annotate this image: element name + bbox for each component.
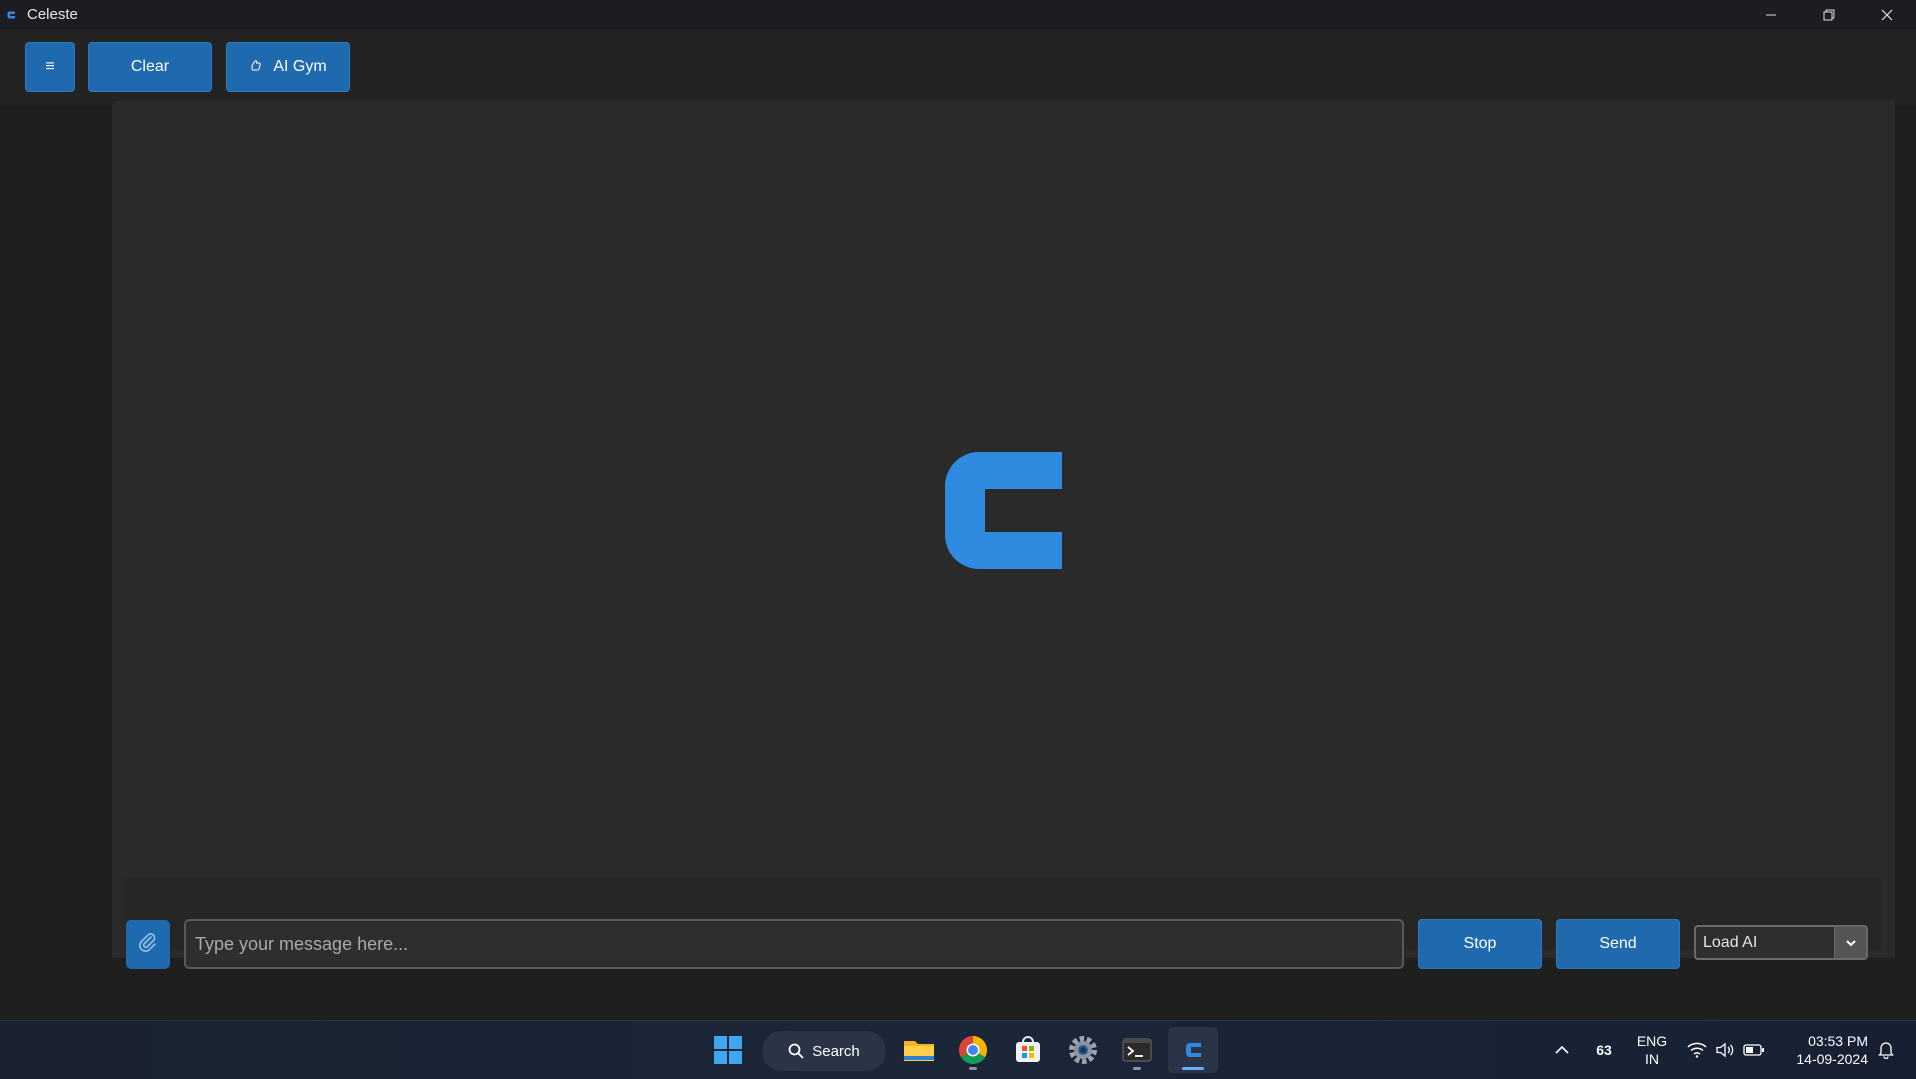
close-button[interactable] — [1858, 0, 1916, 29]
ai-gym-button[interactable]: AI Gym — [226, 42, 350, 92]
language-indicator[interactable]: ENG IN — [1630, 1032, 1674, 1068]
ai-gym-label: AI Gym — [273, 58, 327, 75]
stop-button[interactable]: Stop — [1418, 919, 1542, 969]
wifi-icon[interactable] — [1686, 1027, 1708, 1073]
dumbbell-icon — [249, 58, 263, 77]
weather-temperature[interactable]: 63 — [1590, 1041, 1618, 1059]
clock-date: 14-09-2024 — [1796, 1051, 1868, 1067]
window-title: Celeste — [27, 6, 78, 23]
model-select[interactable]: Load AI — [1694, 925, 1868, 960]
file-explorer-icon[interactable] — [896, 1027, 942, 1073]
menu-icon: ≡ — [45, 58, 55, 75]
chrome-icon[interactable] — [950, 1027, 996, 1073]
attach-button[interactable] — [126, 920, 170, 969]
microsoft-store-icon[interactable] — [1005, 1027, 1051, 1073]
menu-button[interactable]: ≡ — [25, 42, 75, 92]
terminal-icon[interactable] — [1114, 1027, 1160, 1073]
battery-icon[interactable] — [1742, 1027, 1766, 1073]
stop-label: Stop — [1463, 935, 1497, 952]
taskbar-search[interactable]: Search — [762, 1031, 886, 1071]
chevron-down-icon[interactable] — [1834, 927, 1866, 958]
clock-time: 03:53 PM — [1808, 1033, 1868, 1049]
taskbar-search-label: Search — [812, 1042, 860, 1060]
clear-button[interactable]: Clear — [88, 42, 212, 92]
clock[interactable]: 03:53 PM 14-09-2024 — [1776, 1032, 1868, 1068]
volume-icon[interactable] — [1714, 1027, 1736, 1073]
send-label: Send — [1599, 935, 1637, 952]
notification-bell-icon[interactable] — [1874, 1027, 1898, 1073]
paperclip-icon — [137, 931, 159, 958]
title-bar: Celeste — [0, 0, 1916, 29]
celeste-logo-icon — [945, 452, 1062, 569]
celeste-app-icon — [6, 9, 18, 21]
show-hidden-icons-chevron-up-icon[interactable] — [1550, 1027, 1574, 1073]
taskbar: Search 63 ENG IN 03:53 PM 14-09-2024 — [0, 1020, 1916, 1079]
search-icon — [788, 1043, 804, 1059]
clear-label: Clear — [130, 58, 170, 75]
minimize-button[interactable] — [1742, 0, 1800, 29]
model-select-value: Load AI — [1703, 933, 1758, 951]
window-controls — [1742, 0, 1916, 29]
celeste-icon[interactable] — [1168, 1027, 1218, 1073]
language-line1: ENG — [1636, 1033, 1668, 1049]
restore-button[interactable] — [1800, 0, 1858, 29]
chrome-running-indicator — [969, 1067, 977, 1070]
send-button[interactable]: Send — [1556, 919, 1680, 969]
celeste-active-indicator — [1182, 1067, 1204, 1070]
toolbar: ≡ Clear AI Gym — [0, 29, 1916, 105]
settings-icon[interactable] — [1060, 1027, 1106, 1073]
message-input[interactable] — [184, 919, 1404, 969]
windows-start-icon[interactable] — [705, 1027, 751, 1073]
terminal-running-indicator — [1133, 1067, 1141, 1070]
language-line2: IN — [1645, 1051, 1659, 1067]
